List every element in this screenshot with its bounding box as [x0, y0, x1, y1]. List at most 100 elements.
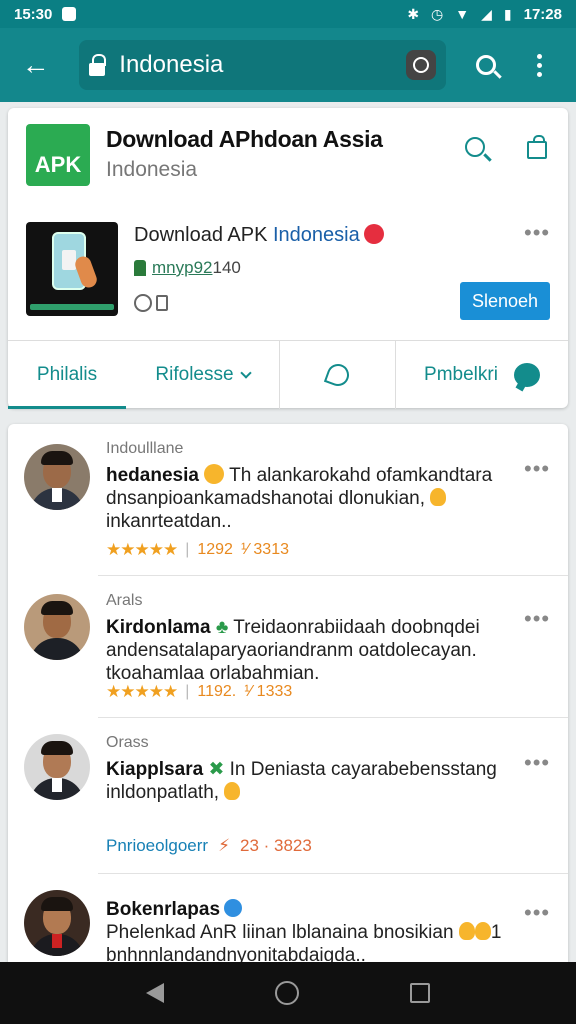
- post-more-icon[interactable]: •••: [524, 458, 550, 480]
- tab-bar: Philalis Rifolesse Pmbelkri: [8, 340, 568, 409]
- apk-logo[interactable]: APK: [26, 124, 90, 186]
- site-subtitle: Indonesia: [106, 158, 198, 181]
- clock-icon: [134, 294, 152, 312]
- bluetooth-icon: ✱: [407, 6, 420, 22]
- post-author[interactable]: Bokenrlapas: [106, 899, 220, 920]
- signal-icon: ◢: [481, 6, 492, 22]
- post-text: Kiapplsara ✖ In Deniasta cayarabebenssta…: [106, 758, 516, 804]
- nav-recents-icon[interactable]: [410, 983, 431, 1003]
- shopping-bag-icon[interactable]: [520, 130, 554, 164]
- browser-toolbar: ← Indonesia: [0, 28, 576, 102]
- post-username: Indoulllane: [106, 440, 184, 457]
- post-author[interactable]: Kiapplsara: [106, 759, 203, 780]
- battery-icon: ▮: [503, 6, 512, 22]
- share-count: ¹⁄ 1333: [244, 683, 293, 700]
- post-text-line: inkanrteatdan..: [106, 511, 232, 532]
- nav-back-icon[interactable]: [145, 983, 164, 1003]
- tab-label: Philalis: [36, 364, 98, 385]
- post-text-tail: 1: [490, 922, 502, 943]
- notification-icon: [62, 7, 77, 21]
- status-icons: ✱ ◷ ▼ ◢ ▮ 17:28: [407, 6, 562, 23]
- clap-emoji-icon: [474, 922, 491, 940]
- app-thumbnail[interactable]: [26, 222, 118, 316]
- alarm-icon: ◷: [431, 6, 444, 22]
- system-nav-bar: [0, 962, 576, 1024]
- tab-philalis[interactable]: Philalis: [8, 341, 126, 409]
- post-text-line: Phelenkad AnR liinan lblanaina bnosikian: [106, 922, 459, 943]
- tab-pmbelkri[interactable]: Pmbelkri: [396, 341, 568, 409]
- post-username: Orass: [106, 734, 149, 751]
- post-link-label: Pnrioeolgoerr: [106, 836, 209, 855]
- wifi-icon: ▼: [455, 6, 470, 22]
- share-count: ¹⁄ 3313: [240, 541, 289, 558]
- url-field[interactable]: Indonesia: [79, 40, 446, 90]
- avatar[interactable]: [24, 734, 90, 800]
- post-rating: ★★★★★ | 1192. ¹⁄ 1333: [106, 682, 293, 701]
- post-text-line: inldonpatlath,: [106, 782, 225, 803]
- post-link-score: 23 · 3823: [240, 836, 312, 855]
- post-text: Bokenrlapas Phelenkad AnR liinan lblanai…: [106, 898, 516, 967]
- clap-emoji-icon: [458, 922, 475, 940]
- card-search-icon[interactable]: [458, 130, 492, 164]
- app-card: APK Download APhdoan Assia Indonesia Dow…: [8, 108, 568, 409]
- tab-link[interactable]: [280, 341, 396, 409]
- app-badges: [134, 294, 168, 312]
- more-vert-icon[interactable]: [517, 42, 562, 88]
- avatar[interactable]: [24, 444, 90, 510]
- post-text: Kirdonlama ♣ Treidaonrabiidaah doobnqdei…: [106, 616, 516, 685]
- post-author[interactable]: Kirdonlama: [106, 617, 211, 638]
- post-text-line: tkoahamlaa orlabahmian.: [106, 663, 320, 684]
- status-right-time: 17:28: [523, 5, 562, 23]
- post-text-line: In Deniasta cayarabebensstang: [224, 759, 497, 780]
- face-emoji-icon: [204, 464, 225, 484]
- developer-link[interactable]: mnyp92: [152, 258, 212, 278]
- star-rating: ★★★★★: [106, 682, 178, 701]
- avatar[interactable]: [24, 594, 90, 660]
- tab-label: Rifolesse: [155, 364, 234, 385]
- status-bar: 15:30 ✱ ◷ ▼ ◢ ▮ 17:28: [0, 0, 576, 28]
- verified-badge-icon: [224, 899, 243, 917]
- back-arrow-icon[interactable]: ←: [14, 43, 57, 87]
- select-button[interactable]: Slenoeh: [460, 282, 550, 320]
- chevron-down-icon: [239, 367, 252, 379]
- device-icon: [156, 295, 168, 311]
- post-link[interactable]: Pnrioeolgoerr ⚡ 23 · 3823: [106, 836, 312, 856]
- rating-count: 1192.: [197, 683, 237, 700]
- clap-emoji-icon: [430, 488, 447, 506]
- tab-rifolesse[interactable]: Rifolesse: [126, 341, 280, 409]
- thumbnail-caption: [30, 304, 114, 310]
- apk-logo-text: APK: [34, 152, 82, 177]
- list-item: Orass Kiapplsara ✖ In Deniasta cayarabeb…: [8, 718, 568, 874]
- rating-count: 1292: [197, 541, 233, 558]
- app-name-prefix: Download APK: [134, 224, 273, 246]
- lock-icon: [89, 54, 107, 76]
- list-item: Arals Kirdonlama ♣ Treidaonrabiidaah doo…: [8, 576, 568, 718]
- list-item: Indoulllane hedanesia Th alankarokahd of…: [8, 424, 568, 576]
- nav-home-icon[interactable]: [274, 981, 299, 1005]
- cross-emoji-icon: ✖: [208, 759, 225, 780]
- post-rating: ★★★★★ | 1292 ¹⁄ 3313: [106, 540, 289, 559]
- developer-icon: [134, 260, 146, 276]
- app-name-highlight: Indonesia: [272, 224, 360, 246]
- fire-icon: ⚡: [218, 836, 230, 855]
- post-more-icon[interactable]: •••: [524, 608, 550, 630]
- app-meta: mnyp92 140: [134, 258, 241, 278]
- reload-icon[interactable]: [405, 50, 436, 80]
- post-author[interactable]: hedanesia: [106, 465, 199, 486]
- post-username: Arals: [106, 592, 143, 609]
- app-name[interactable]: Download APK Indonesia: [134, 224, 384, 247]
- search-icon[interactable]: [464, 42, 509, 88]
- post-more-icon[interactable]: •••: [524, 902, 550, 924]
- meta-count: 140: [212, 258, 241, 277]
- post-more-icon[interactable]: •••: [524, 752, 550, 774]
- link-icon: [323, 360, 352, 390]
- url-text: Indonesia: [119, 51, 224, 78]
- clap-emoji-icon: [224, 782, 241, 800]
- tab-label: Pmbelkri: [424, 364, 498, 385]
- app-more-icon[interactable]: •••: [524, 222, 550, 244]
- avatar[interactable]: [24, 890, 90, 956]
- site-title: Download APhdoan Assia: [106, 126, 383, 152]
- post-text: hedanesia Th alankarokahd ofamkandtara d…: [106, 464, 516, 533]
- comment-feed: Indoulllane hedanesia Th alankarokahd of…: [8, 424, 568, 984]
- status-time: 15:30: [14, 5, 53, 23]
